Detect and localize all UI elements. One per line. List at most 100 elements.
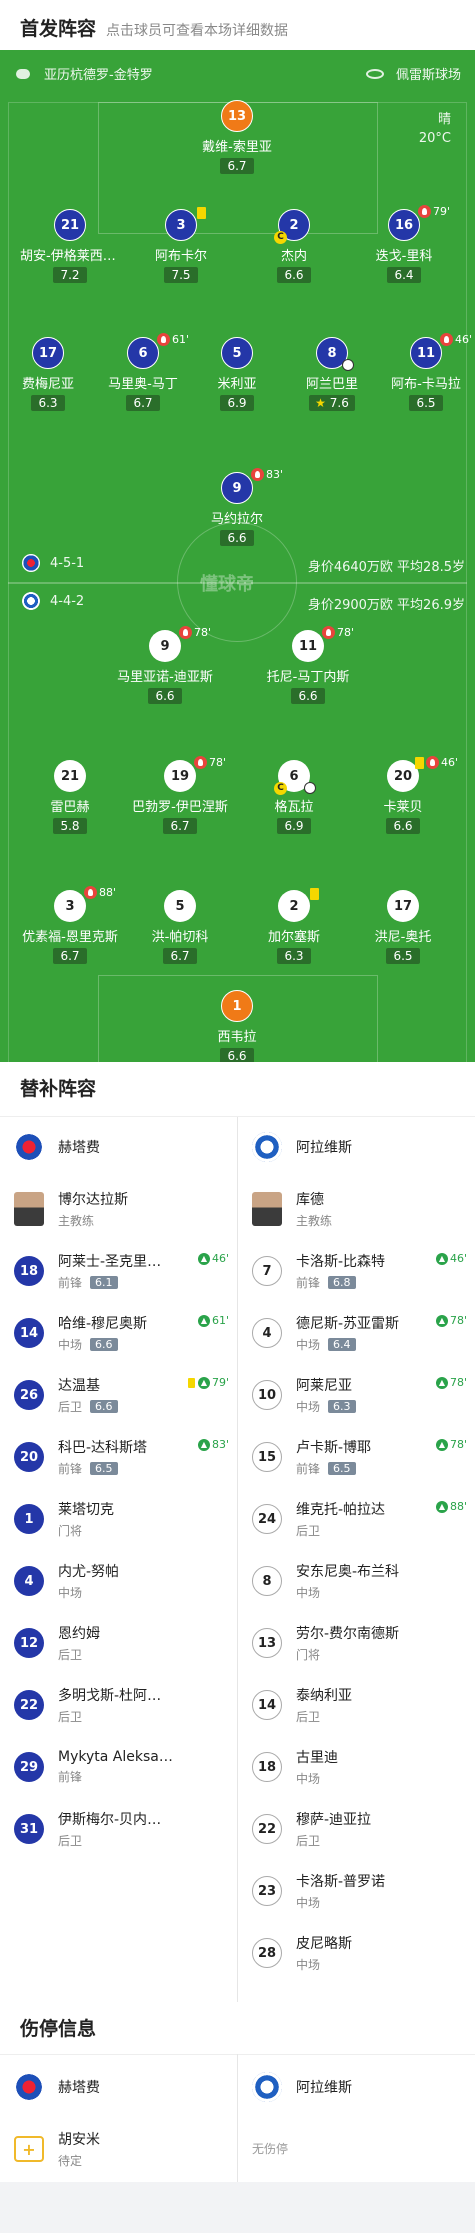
list-item[interactable]: 14 哈维-穆尼奥斯 中场 6.6 ▲ 61' [0, 1302, 237, 1364]
home-team-row[interactable]: 赫塔费 [0, 1116, 237, 1178]
list-item[interactable]: 12 恩约姆 后卫 [0, 1612, 237, 1674]
list-item[interactable]: 29 Mykyta Aleksandrov 前锋 [0, 1736, 237, 1798]
home-player-9[interactable]: 9 马约拉尔 6.6 83' [187, 468, 287, 546]
sub-out-minute: 83' [266, 468, 284, 481]
player-number: 19 [164, 760, 196, 792]
player-name: 费梅尼亚 [21, 377, 74, 392]
home-player-17[interactable]: 17 费梅尼亚 6.3 [0, 337, 98, 411]
home-player-5[interactable]: 5 米利亚 6.9 [187, 337, 287, 411]
captain-icon: C [274, 231, 287, 244]
player-name: 马约拉尔 [210, 512, 263, 527]
list-item[interactable]: 7 卡洛斯-比森特 前锋 6.8 ▲ 46' [238, 1240, 475, 1302]
sub-name: 多明戈斯-杜阿尔特 [58, 1688, 173, 1704]
list-item[interactable]: 26 达温基 后卫 6.6 ▲ 79' [0, 1364, 237, 1426]
sub-number: 24 [252, 1504, 282, 1534]
home-player-21[interactable]: 21 胡安-伊格莱西亚斯 7.2 [20, 209, 120, 283]
away-player-19[interactable]: 19 巴勃罗-伊巴涅斯 6.7 78' [130, 756, 230, 834]
sub-out-icon [194, 756, 207, 769]
home-formation: 4-5-1 [50, 555, 85, 571]
home-coach-row[interactable]: 博尔达拉斯 主教练 [0, 1178, 237, 1240]
sub-position: 后卫 [58, 1648, 83, 1662]
list-item[interactable]: 20 科巴-达科斯塔 前锋 6.5 ▲ 83' [0, 1426, 237, 1488]
away-player-3[interactable]: 3 优素福-恩里克斯 6.7 88' [20, 886, 120, 964]
list-item[interactable]: 14 泰纳利亚 后卫 [238, 1674, 475, 1736]
away-player-17[interactable]: 17 洪尼-奥托 6.5 [353, 890, 453, 964]
sub-in-marker: ▲ 78' [435, 1438, 467, 1451]
list-item[interactable]: 22 穆萨-迪亚拉 后卫 [238, 1798, 475, 1860]
away-team-row[interactable]: 阿拉维斯 [238, 1116, 475, 1178]
player-rating: 6.6 [277, 267, 311, 283]
home-player-8[interactable]: 8 阿兰巴里 ★ 7.6 [282, 337, 382, 411]
sub-rating: 6.3 [328, 1400, 356, 1413]
injury-away-team-row[interactable]: 阿拉维斯 [238, 2056, 475, 2118]
player-number: 17 [32, 337, 64, 369]
sub-number: 4 [14, 1566, 44, 1596]
sub-position: 中场 [58, 1338, 83, 1352]
player-name: 胡安-伊格莱西亚斯 [20, 249, 120, 264]
away-player-1[interactable]: 1 西韦拉 6.6 [187, 990, 287, 1062]
player-name: 马里奥-马丁 [108, 377, 178, 392]
player-name: 阿布卡尔 [154, 249, 207, 264]
away-player-9[interactable]: 9 马里亚诺-迪亚斯 6.6 78' [115, 626, 215, 704]
away-player-11[interactable]: 11 托尼-马丁内斯 6.6 78' [258, 626, 358, 704]
sub-number: 28 [252, 1938, 282, 1968]
home-player-6[interactable]: 6 马里奥-马丁 6.7 61' [93, 333, 193, 411]
list-item[interactable]: 8 安东尼奥-布兰科 中场 [238, 1550, 475, 1612]
sub-number: 15 [252, 1442, 282, 1472]
home-player-2[interactable]: 2 杰内 6.6 C [244, 209, 344, 283]
away-coach-row[interactable]: 库德 主教练 [238, 1178, 475, 1240]
list-item[interactable]: 28 皮尼略斯 中场 [238, 1922, 475, 1984]
away-player-20[interactable]: 20 卡莱贝 6.6 46' [353, 756, 458, 834]
away-player-21[interactable]: 21 雷巴赫 5.8 [20, 760, 120, 834]
sub-number: 4 [252, 1318, 282, 1348]
list-item[interactable]: 15 卢卡斯-博耶 前锋 6.5 ▲ 78' [238, 1426, 475, 1488]
player-number: 9 [221, 472, 253, 504]
home-player-3[interactable]: 3 阿布卡尔 7.5 [131, 207, 231, 283]
list-item[interactable]: 18 阿莱士-圣克里斯托 前锋 6.1 ▲ 46' [0, 1240, 237, 1302]
player-name: 卡莱贝 [383, 800, 423, 815]
sub-number: 14 [252, 1690, 282, 1720]
home-player-13[interactable]: 13 戴维-索里亚 6.7 [187, 100, 287, 174]
list-item[interactable]: 22 多明戈斯-杜阿尔特 后卫 [0, 1674, 237, 1736]
sub-rating: 6.6 [90, 1400, 118, 1413]
sub-in-icon: ▲ [197, 1376, 210, 1389]
list-item[interactable]: 24 维克托-帕拉达 后卫 ▲ 88' [238, 1488, 475, 1550]
player-rating: 6.3 [31, 395, 65, 411]
list-item[interactable]: 4 德尼斯-苏亚雷斯 中场 6.4 ▲ 78' [238, 1302, 475, 1364]
list-item[interactable]: 23 卡洛斯-普罗诺 中场 [238, 1860, 475, 1922]
away-player-2[interactable]: 2 加尔塞斯 6.3 [244, 888, 344, 964]
player-rating: ★ 7.6 [309, 395, 355, 411]
lineup-title: 首发阵容 [20, 18, 97, 40]
list-item[interactable]: 4 内尤-努帕 中场 [0, 1550, 237, 1612]
goal-ball-icon [304, 782, 316, 794]
injury-home-team-row[interactable]: 赫塔费 [0, 2056, 237, 2118]
sub-in-minute: 83' [211, 1438, 229, 1451]
sub-out-marker: 78' [194, 756, 226, 769]
sub-position: 前锋 [296, 1462, 321, 1476]
sub-out-marker: 46' [415, 756, 458, 769]
player-rating: 6.7 [163, 818, 197, 834]
player-name: 格瓦拉 [274, 800, 314, 815]
sub-number: 20 [14, 1442, 44, 1472]
sub-in-marker: ▲ 78' [435, 1314, 467, 1327]
sub-out-marker: 88' [84, 886, 116, 899]
away-player-6[interactable]: 6 格瓦拉 6.9 C [244, 760, 344, 834]
player-name: 洪-帕切科 [151, 930, 209, 945]
home-player-16[interactable]: 16 迭戈-里科 6.4 79' [354, 205, 454, 283]
list-item[interactable]: 1 莱塔切克 门将 [0, 1488, 237, 1550]
list-item[interactable]: 13 劳尔-费尔南德斯 门将 [238, 1612, 475, 1674]
sub-out-icon [84, 886, 97, 899]
injured-player-row[interactable]: + 胡安米 待定 [0, 2118, 237, 2180]
list-item[interactable]: 31 伊斯梅尔-贝内加斯 后卫 [0, 1798, 237, 1860]
sub-name: 劳尔-费尔南德斯 [296, 1626, 400, 1642]
list-item[interactable]: 18 古里迪 中场 [238, 1736, 475, 1798]
player-name: 托尼-马丁内斯 [266, 670, 350, 685]
sub-number: 26 [14, 1380, 44, 1410]
home-player-11[interactable]: 11 阿布-卡马拉 6.5 46' [376, 333, 475, 411]
away-player-5[interactable]: 5 洪-帕切科 6.7 [130, 890, 230, 964]
player-number: 5 [221, 337, 253, 369]
list-item[interactable]: 10 阿莱尼亚 中场 6.3 ▲ 78' [238, 1364, 475, 1426]
player-rating: 6.7 [126, 395, 160, 411]
sub-out-marker: 79' [418, 205, 450, 218]
sub-name: 阿莱尼亚 [296, 1378, 352, 1394]
